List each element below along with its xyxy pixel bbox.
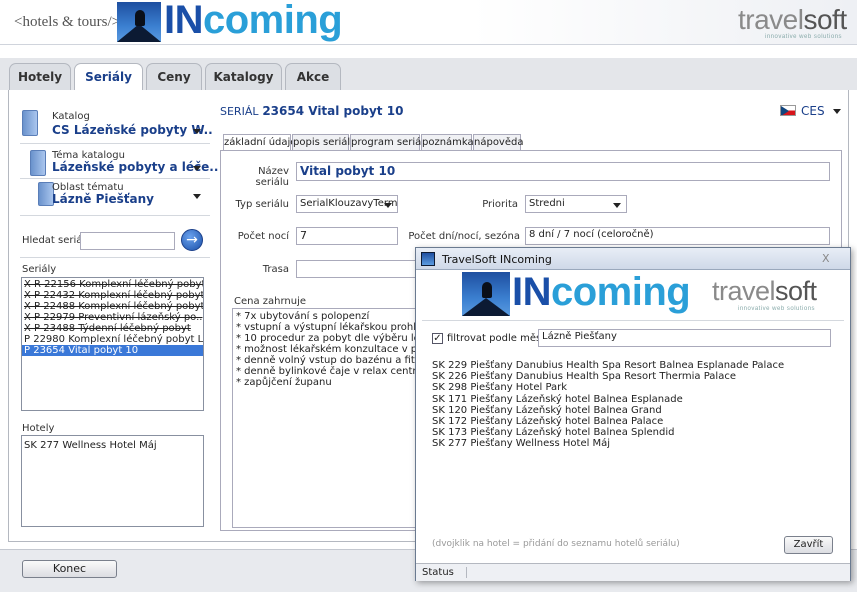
chevron-down-icon[interactable]	[193, 194, 201, 199]
priorita-label: Priorita	[482, 199, 518, 210]
tab-katalogy[interactable]: Katalogy	[205, 63, 282, 90]
dialog-statusbar: Status	[416, 563, 850, 581]
list-item[interactable]: X R 22156 Komplexní léčebný pobyt..	[22, 279, 203, 290]
katalog-select[interactable]: CS Lázeňské pobyty W..	[52, 123, 213, 137]
search-input[interactable]	[80, 232, 175, 250]
serial-prefix: SERIÁL	[220, 105, 259, 118]
hotely-label: Hotely	[22, 423, 55, 434]
language-select[interactable]: CES	[801, 104, 825, 118]
list-item[interactable]: X P 22488 Komplexní léčebný pobyt	[22, 301, 203, 312]
divider	[20, 215, 210, 216]
typ-label: Typ seriálu	[235, 199, 290, 210]
chevron-down-icon[interactable]	[193, 129, 201, 134]
dialog-hint: (dvojklik na hotel = přidání do seznamu …	[432, 539, 680, 549]
travelsoft-logo: travelsoft	[738, 4, 847, 35]
list-item[interactable]: SK 173 Piešťany Lázeňský hotel Balnea Sp…	[432, 427, 832, 438]
subtab-popis-serialu[interactable]: popis seriálu	[292, 134, 356, 150]
priorita-select[interactable]: Stredni	[525, 195, 627, 213]
list-item[interactable]: X P 22432 Komplexní léčebný pobyt	[22, 290, 203, 301]
tab-serialy[interactable]: Seriály	[74, 63, 143, 91]
incoming-logo-icon	[462, 272, 510, 316]
list-item[interactable]: SK 229 Piešťany Danubius Health Spa Reso…	[432, 360, 832, 371]
divider	[20, 257, 210, 258]
subtab-napoveda[interactable]: nápověda	[473, 134, 523, 150]
noci-input[interactable]: 7	[296, 227, 398, 245]
filter-city-input[interactable]: Lázně Piešťany	[538, 329, 831, 347]
typ-select[interactable]: SerialKlouzavyTermir	[296, 195, 398, 213]
serialy-label: Seriály	[22, 264, 57, 275]
sezona-input[interactable]: 8 dní / 7 nocí (celoročně)	[525, 227, 830, 245]
list-item[interactable]: SK 298 Piešťany Hotel Park	[432, 382, 832, 393]
list-item[interactable]: SK 172 Piešťany Lázeňský hotel Balnea Pa…	[432, 416, 832, 427]
subtab-zakladni-udaje[interactable]: základní údaje	[223, 134, 296, 151]
tagline: <hotels & tours/>	[14, 14, 121, 30]
list-item[interactable]: SK 120 Piešťany Lázeňský hotel Balnea Gr…	[432, 405, 832, 416]
incoming-logo-text: INcoming	[164, 0, 343, 42]
app-header: <hotels & tours/> INcoming travelsoft in…	[0, 0, 857, 45]
chevron-down-icon[interactable]	[193, 166, 201, 171]
katalog-folder-icon	[22, 110, 38, 136]
hotel-list[interactable]: SK 229 Piešťany Danubius Health Spa Reso…	[432, 360, 832, 450]
divider	[20, 178, 210, 179]
hotel-picker-dialog: TravelSoft INcoming X INcoming travelsof…	[415, 247, 851, 581]
cena-label: Cena zahrnuje	[234, 296, 307, 307]
serialy-list[interactable]: X R 22156 Komplexní léčebný pobyt.. X P …	[21, 277, 204, 411]
dialog-divider	[422, 320, 844, 321]
flag-cz-icon	[780, 105, 796, 116]
list-item[interactable]: X P 22979 Preventivní lázeňský po..	[22, 312, 203, 323]
serial-title: 23654 Vital pobyt 10	[262, 104, 404, 118]
katalog-label: Katalog	[52, 111, 90, 122]
dialog-title: TravelSoft INcoming	[442, 253, 552, 266]
search-go-button[interactable]: →	[181, 229, 203, 251]
nazev-label: Název seriálu	[255, 166, 290, 188]
sezona-label: Počet dní/nocí, sezóna	[408, 231, 520, 242]
filter-checkbox[interactable]: ✓	[432, 333, 443, 344]
subtab-program-serialu[interactable]: program seriálu	[350, 134, 430, 150]
tema-folder-icon	[30, 150, 46, 176]
list-item[interactable]: SK 226 Piešťany Danubius Health Spa Reso…	[432, 371, 832, 382]
incoming-logo-icon	[117, 2, 161, 42]
tab-akce[interactable]: Akce	[285, 63, 341, 90]
nazev-input[interactable]: Vital pobyt 10	[296, 162, 830, 181]
dialog-titlebar[interactable]: TravelSoft INcoming X	[416, 248, 850, 270]
list-item-selected[interactable]: P 23654 Vital pobyt 10	[22, 345, 203, 356]
subtab-poznamka[interactable]: poznámka	[421, 134, 474, 150]
incoming-logo-text: INcoming	[512, 270, 691, 314]
serial-heading: SERIÁL 23654 Vital pobyt 10	[220, 104, 403, 118]
filter-label: filtrovat podle města	[447, 333, 552, 344]
list-item[interactable]: P 22980 Komplexní léčebný pobyt L..	[22, 334, 203, 345]
noci-label: Počet nocí	[237, 231, 289, 242]
list-item[interactable]: X P 23488 Týdenní léčebný pobyt	[22, 323, 203, 334]
status-text: Status	[422, 567, 467, 578]
travelsoft-logo: travelsoft	[712, 276, 817, 306]
konec-button[interactable]: Konec	[22, 560, 117, 578]
oblast-select[interactable]: Lázně Piešťany	[52, 192, 154, 206]
search-label: Hledat seriál	[22, 235, 86, 246]
tab-ceny[interactable]: Ceny	[146, 63, 202, 90]
travelsoft-tagline: innovative web solutions	[765, 34, 843, 40]
zavrit-button[interactable]: Zavřít	[784, 536, 833, 554]
close-icon[interactable]: X	[822, 252, 830, 265]
tab-hotely[interactable]: Hotely	[9, 63, 71, 90]
list-item[interactable]: SK 171 Piešťany Lázeňský hotel Balnea Es…	[432, 394, 832, 405]
trasa-label: Trasa	[262, 264, 289, 275]
hotely-list[interactable]: SK 277 Wellness Hotel Máj	[21, 435, 204, 527]
divider	[20, 143, 210, 144]
chevron-down-icon[interactable]	[833, 109, 841, 114]
app-icon	[421, 252, 435, 266]
list-item[interactable]: SK 277 Wellness Hotel Máj	[22, 440, 203, 451]
travelsoft-tagline: innovative web solutions	[738, 306, 816, 312]
list-item[interactable]: SK 277 Piešťany Wellness Hotel Máj	[432, 438, 832, 449]
